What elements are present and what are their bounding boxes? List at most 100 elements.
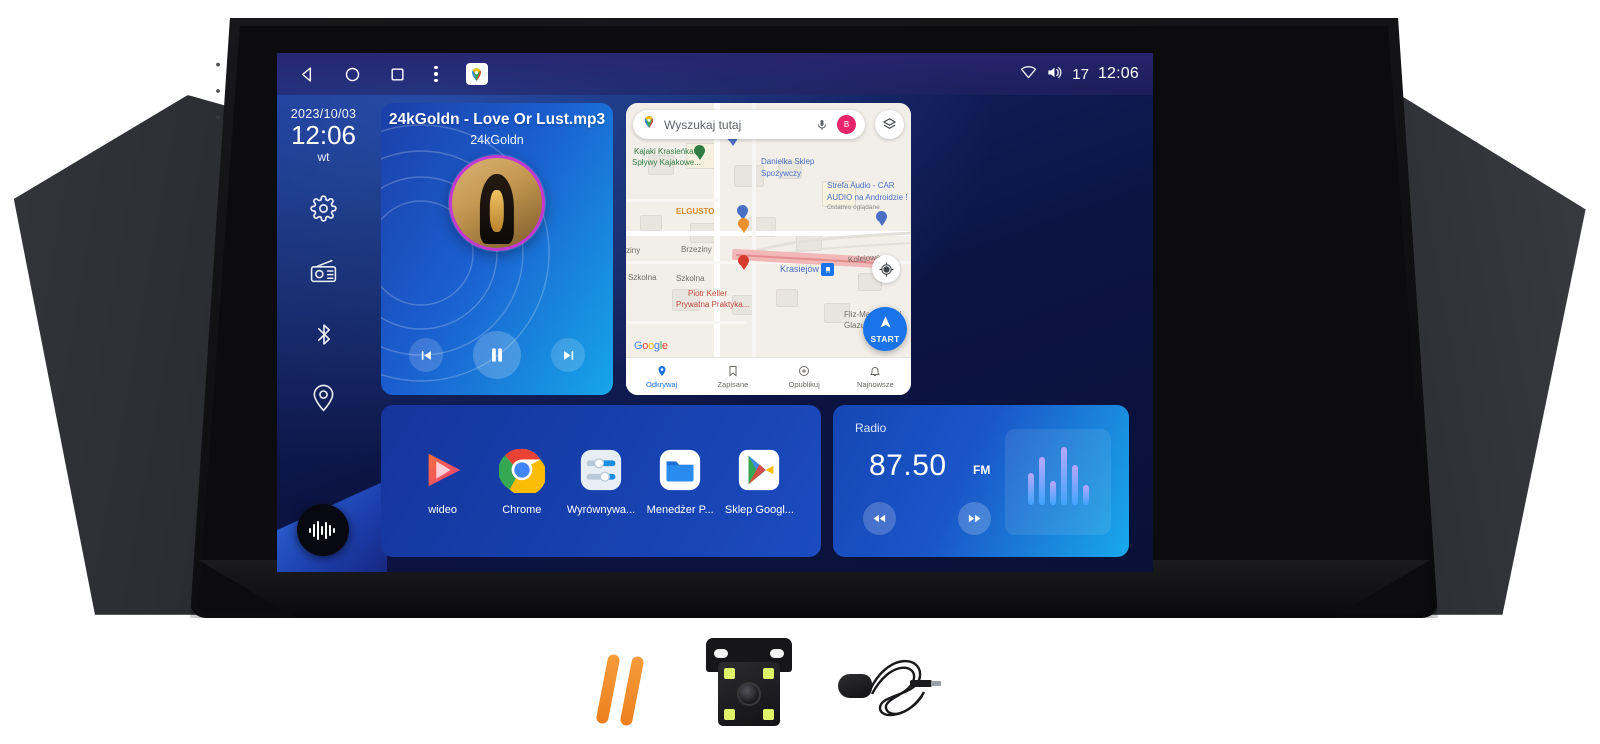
- map-label: Ostatnio oglądane: [827, 204, 880, 211]
- map-pin-keller[interactable]: [738, 255, 749, 270]
- status-bar-right: 17 12:06: [1020, 65, 1139, 84]
- fast-forward-icon[interactable]: [958, 502, 991, 535]
- music-track-title: 24kGoldn - Love Or Lust.mp3: [388, 111, 606, 128]
- google-maps-pin-icon: [642, 115, 656, 134]
- map-nav-label: Opublikuj: [788, 379, 820, 389]
- map-nav-label: Odkrywaj: [645, 379, 678, 389]
- start-navigation-button[interactable]: START: [863, 307, 907, 351]
- layers-icon[interactable]: [875, 110, 904, 139]
- map-nav-label: Zapisane: [717, 379, 749, 389]
- pry-tool-icon: [595, 650, 676, 727]
- gear-icon[interactable]: [310, 195, 337, 227]
- android-nav-bar: [299, 63, 488, 85]
- equalizer-settings-icon: [577, 446, 625, 494]
- file-manager-folder-icon: [656, 446, 704, 494]
- map-label: Kajaki Krasieńka -: [634, 147, 699, 156]
- external-microphone-icon: [836, 642, 941, 732]
- sidebar: 2023/10/03 12:06 wt: [277, 95, 387, 572]
- volume-icon: [1046, 65, 1063, 84]
- map-nav-explore[interactable]: Odkrywaj: [626, 365, 697, 389]
- map-nav-saved[interactable]: Zapisane: [697, 365, 768, 389]
- previous-track-icon[interactable]: [409, 338, 443, 372]
- accessories-row: [0, 628, 1600, 744]
- google-watermark: Google: [634, 340, 668, 352]
- recents-square-icon[interactable]: [389, 66, 406, 83]
- radio-band: FM: [973, 463, 991, 477]
- audio-equalizer-icon: [1005, 429, 1111, 535]
- map-pin-elgusto[interactable]: [738, 218, 749, 233]
- home-circle-icon[interactable]: [344, 66, 361, 83]
- app-menedzer-plikow[interactable]: Menedżer P...: [641, 446, 720, 516]
- pause-icon[interactable]: [473, 331, 521, 379]
- map-label: Danielka Sklep: [761, 157, 815, 166]
- navigation-arrow-icon: [878, 315, 893, 335]
- music-artist: 24kGoldn: [470, 133, 524, 147]
- google-maps-icon[interactable]: [465, 63, 488, 85]
- album-art: [449, 155, 545, 251]
- sidebar-date: 2023/10/03: [290, 107, 357, 121]
- audio-waveform-icon[interactable]: [297, 504, 349, 556]
- app-label: Chrome: [502, 504, 542, 516]
- app-wyrownywanie[interactable]: Wyrównywa...: [561, 446, 640, 516]
- search-input[interactable]: Wyszukaj tutaj: [664, 118, 807, 132]
- map-nav-contribute[interactable]: Opublikuj: [769, 365, 840, 389]
- app-wideo[interactable]: wideo: [403, 446, 482, 516]
- map-bottom-nav: Odkrywaj Zapisane Opublikuj Najnowsze: [626, 357, 911, 395]
- map-label: Szkolna: [628, 273, 657, 282]
- mic-cable: [868, 660, 926, 717]
- chrome-icon: [498, 446, 546, 494]
- map-label: AUDIO na Androidzie !: [827, 193, 908, 202]
- album-art-highlight: [489, 190, 505, 232]
- map-pin-strefa-audio[interactable]: [876, 211, 887, 226]
- apps-row: wideo Chrome Wyrównywa... Menedżer P... …: [381, 405, 821, 557]
- app-chrome[interactable]: Chrome: [482, 446, 561, 516]
- music-player-widget[interactable]: 24kGoldn - Love Or Lust.mp3 24kGoldn: [381, 103, 613, 395]
- status-bar: 17 12:06: [277, 53, 1153, 95]
- app-label: Menedżer P...: [646, 504, 714, 516]
- volume-level: 17: [1072, 65, 1089, 83]
- back-triangle-icon[interactable]: [299, 66, 316, 83]
- map-label: Szkolna: [676, 274, 705, 283]
- map-label: ELGUSTO: [676, 207, 715, 216]
- rear-camera-icon: [700, 638, 798, 734]
- app-sklep-google-play[interactable]: Sklep Googl...: [720, 446, 799, 516]
- touchscreen[interactable]: 17 12:06 2023/10/03 12:06 wt 24kGoldn - …: [277, 53, 1153, 572]
- map-label: Brzeziny: [681, 245, 712, 254]
- avatar[interactable]: B: [837, 115, 856, 134]
- head-unit-device: 17 12:06 2023/10/03 12:06 wt 24kGoldn - …: [0, 0, 1600, 640]
- music-controls: [381, 331, 613, 379]
- microphone-icon[interactable]: [815, 118, 829, 132]
- map-label: Krasiejów: [780, 264, 820, 274]
- map-label: Piotr Keller: [688, 289, 728, 298]
- radio-widget[interactable]: Radio 87.50 FM: [833, 405, 1129, 557]
- location-pin-icon[interactable]: [311, 384, 336, 417]
- sidebar-weekday: wt: [317, 150, 330, 165]
- google-maps-widget[interactable]: Kajaki Krasieńka - Spływy Kajakowe... Da…: [626, 103, 911, 395]
- speaker-grill: [208, 55, 228, 135]
- map-canvas[interactable]: Kajaki Krasieńka - Spływy Kajakowe... Da…: [626, 103, 911, 395]
- radio-title: Radio: [855, 421, 887, 435]
- google-play-store-icon: [735, 446, 783, 494]
- bluetooth-icon[interactable]: [312, 321, 336, 353]
- map-label: Spożywczy: [761, 169, 802, 178]
- map-label: Prywatna Praktyka...: [676, 300, 750, 309]
- my-location-icon[interactable]: [872, 255, 900, 283]
- status-bar-clock: 12:06: [1097, 65, 1139, 82]
- map-nav-updates[interactable]: Najnowsze: [840, 365, 911, 389]
- radio-icon[interactable]: [309, 258, 338, 290]
- map-station-badge[interactable]: [821, 263, 834, 276]
- app-label: Sklep Googl...: [724, 504, 794, 516]
- app-label: Wyrównywa...: [566, 504, 636, 516]
- rewind-icon[interactable]: [863, 502, 896, 535]
- start-button-label: START: [870, 333, 900, 344]
- map-label: Strefa Audio - CAR: [827, 181, 895, 190]
- map-label: Spływy Kajakowe...: [632, 158, 701, 167]
- map-label: ziny: [626, 246, 641, 255]
- next-track-icon[interactable]: [551, 338, 585, 372]
- apps-widget: wideo Chrome Wyrównywa... Menedżer P... …: [381, 405, 821, 557]
- map-search-bar[interactable]: Wyszukaj tutaj B: [633, 110, 865, 139]
- three-dot-menu-icon[interactable]: [434, 65, 438, 83]
- sidebar-clock: 12:06: [290, 120, 357, 150]
- map-nav-label: Najnowsze: [857, 379, 894, 389]
- radio-frequency: 87.50: [869, 449, 947, 482]
